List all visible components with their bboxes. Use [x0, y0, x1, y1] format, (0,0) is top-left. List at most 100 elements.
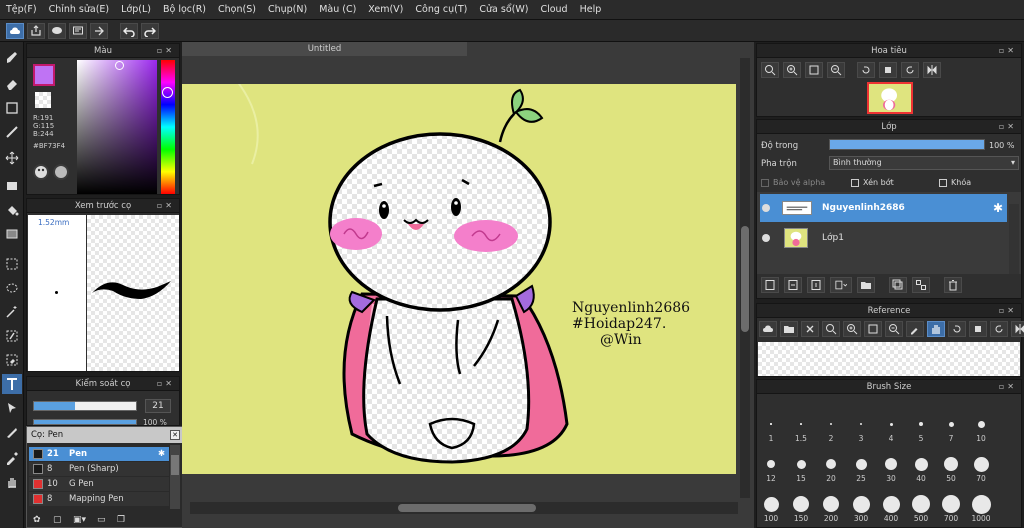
artwork-canvas[interactable]: Nguyenlinh2686 #Hoidap247. @Win	[182, 84, 736, 474]
new-layer-1bit-button[interactable]	[807, 277, 825, 293]
divide-tool[interactable]	[2, 422, 22, 442]
brush-size-dot[interactable]	[852, 495, 870, 513]
new-folder-button[interactable]	[857, 277, 875, 293]
brush-size-dot[interactable]	[830, 423, 832, 425]
brush-size-slider[interactable]	[33, 401, 137, 411]
reference-cloud-button[interactable]	[759, 321, 777, 337]
zoom-out-button[interactable]	[827, 62, 845, 78]
menu-item-11[interactable]: Help	[574, 0, 608, 20]
brush-size-dot[interactable]	[800, 423, 802, 425]
brush-size-dot[interactable]	[770, 423, 772, 425]
layer-row-layer1[interactable]: Lớp1	[760, 224, 1007, 252]
hue-slider[interactable]	[161, 60, 175, 194]
horizontal-scroll-thumb[interactable]	[398, 504, 536, 512]
reference-rotate-right-button[interactable]	[990, 321, 1008, 337]
panel-float-close-icons[interactable]: ▫✕	[157, 377, 175, 391]
brush-size-dot[interactable]	[882, 495, 900, 513]
brush-size-dot[interactable]	[971, 494, 991, 514]
new-brush-icon[interactable]: ▢	[53, 515, 67, 527]
brush-settings-icon[interactable]: ✿	[33, 515, 47, 527]
layer-list-scrollbar[interactable]	[1009, 204, 1019, 274]
move-tool[interactable]	[2, 148, 22, 168]
fit-screen-button[interactable]	[805, 62, 823, 78]
brush-size-dot[interactable]	[942, 495, 960, 513]
menu-item-1[interactable]: Chỉnh sửa(E)	[43, 0, 116, 20]
panel-float-close-icons[interactable]: ▫✕	[157, 44, 175, 58]
eyedropper-tool[interactable]	[2, 448, 22, 468]
lasso-tool[interactable]	[2, 278, 22, 298]
comment-button[interactable]	[48, 22, 66, 39]
rotate-left-button[interactable]	[857, 62, 875, 78]
brush-size-dot[interactable]	[823, 496, 839, 512]
quick-mask-button[interactable]	[6, 22, 24, 39]
zoom-in-button[interactable]	[783, 62, 801, 78]
brush-size-dot[interactable]	[826, 459, 836, 469]
vertical-scroll-thumb[interactable]	[741, 226, 749, 332]
clipping-checkbox[interactable]	[851, 178, 859, 187]
share-button[interactable]	[90, 22, 108, 39]
export-button[interactable]	[27, 22, 45, 39]
brush-item[interactable]: 8 Pen (Sharp)	[29, 462, 169, 476]
menu-item-10[interactable]: Cloud	[534, 0, 573, 20]
brush-opacity-slider[interactable]	[33, 419, 137, 425]
menu-item-9[interactable]: Cửa sổ(W)	[473, 0, 534, 20]
operation-tool[interactable]	[2, 398, 22, 418]
brush-size-input[interactable]: 21	[145, 399, 171, 413]
bucket-tool[interactable]	[2, 200, 22, 220]
menu-item-6[interactable]: Màu (C)	[313, 0, 362, 20]
text-tool[interactable]	[2, 374, 22, 394]
blend-mode-select[interactable]: Bình thường ▾	[829, 156, 1019, 170]
brush-size-dot[interactable]	[859, 422, 863, 426]
canvas-vertical-scrollbar[interactable]	[740, 58, 750, 498]
panel-float-close-icons[interactable]: ▫✕	[999, 304, 1017, 318]
document-tab[interactable]: Untitled	[182, 42, 467, 56]
menu-item-0[interactable]: Tệp(F)	[0, 0, 43, 20]
reference-eyedropper-button[interactable]	[906, 321, 924, 337]
layer-row-nguyenlinh[interactable]: Nguyenlinh2686 ✱	[760, 194, 1007, 222]
zoom-fit-button[interactable]	[761, 62, 779, 78]
palette-button[interactable]	[33, 164, 49, 180]
magic-wand-tool[interactable]	[2, 302, 22, 322]
hue-cursor[interactable]	[162, 87, 173, 98]
rectangle-tool[interactable]	[2, 98, 22, 118]
layer-opacity-slider[interactable]	[829, 139, 985, 150]
brush-size-dot[interactable]	[796, 459, 806, 469]
clipping-option[interactable]: Xén bớt	[851, 178, 894, 187]
panel-float-close-icons[interactable]: ▫✕	[999, 44, 1017, 58]
duplicate-layer-button[interactable]	[889, 277, 907, 293]
navigator-thumbnail[interactable]	[867, 82, 913, 114]
reference-fit-button[interactable]	[864, 321, 882, 337]
menu-item-4[interactable]: Chọn(S)	[212, 0, 262, 20]
fill-rect-tool[interactable]	[2, 176, 22, 196]
note-button[interactable]	[69, 22, 87, 39]
reference-zoom-fit-button[interactable]	[822, 321, 840, 337]
brush-size-dot[interactable]	[919, 422, 923, 426]
duplicate-icon[interactable]: ❐	[117, 515, 131, 527]
reset-view-button[interactable]	[879, 62, 897, 78]
new-layer-8bit-button[interactable]	[784, 277, 802, 293]
reference-image-area[interactable]	[758, 342, 1020, 376]
reference-flip-button[interactable]	[1011, 321, 1024, 337]
line-tool[interactable]	[2, 122, 22, 142]
reference-reset-button[interactable]	[969, 321, 987, 337]
panel-float-close-icons[interactable]: ▫✕	[999, 380, 1017, 394]
menu-item-5[interactable]: Chụp(N)	[262, 0, 313, 20]
folder-icon[interactable]: ▭	[97, 515, 111, 527]
close-icon[interactable]: ✕	[170, 430, 180, 440]
delete-layer-button[interactable]	[944, 277, 962, 293]
brush-size-dot[interactable]	[948, 421, 954, 427]
lock-checkbox[interactable]	[939, 178, 947, 187]
brush-size-dot[interactable]	[793, 496, 809, 512]
reference-open-button[interactable]	[780, 321, 798, 337]
brush-size-dot[interactable]	[767, 460, 775, 468]
brush-item[interactable]: 21 Pen ✱	[29, 447, 169, 461]
brush-size-dot[interactable]	[944, 457, 958, 471]
brush-size-dot[interactable]	[889, 422, 893, 426]
gear-icon[interactable]: ✱	[993, 201, 1003, 215]
canvas-horizontal-scrollbar[interactable]	[190, 502, 738, 514]
brush-size-dot[interactable]	[855, 458, 867, 470]
color-picker-cursor[interactable]	[115, 61, 124, 70]
menu-item-8[interactable]: Công cụ(T)	[409, 0, 473, 20]
lock-option[interactable]: Khóa	[939, 178, 971, 187]
visibility-eye-icon[interactable]	[762, 204, 770, 212]
